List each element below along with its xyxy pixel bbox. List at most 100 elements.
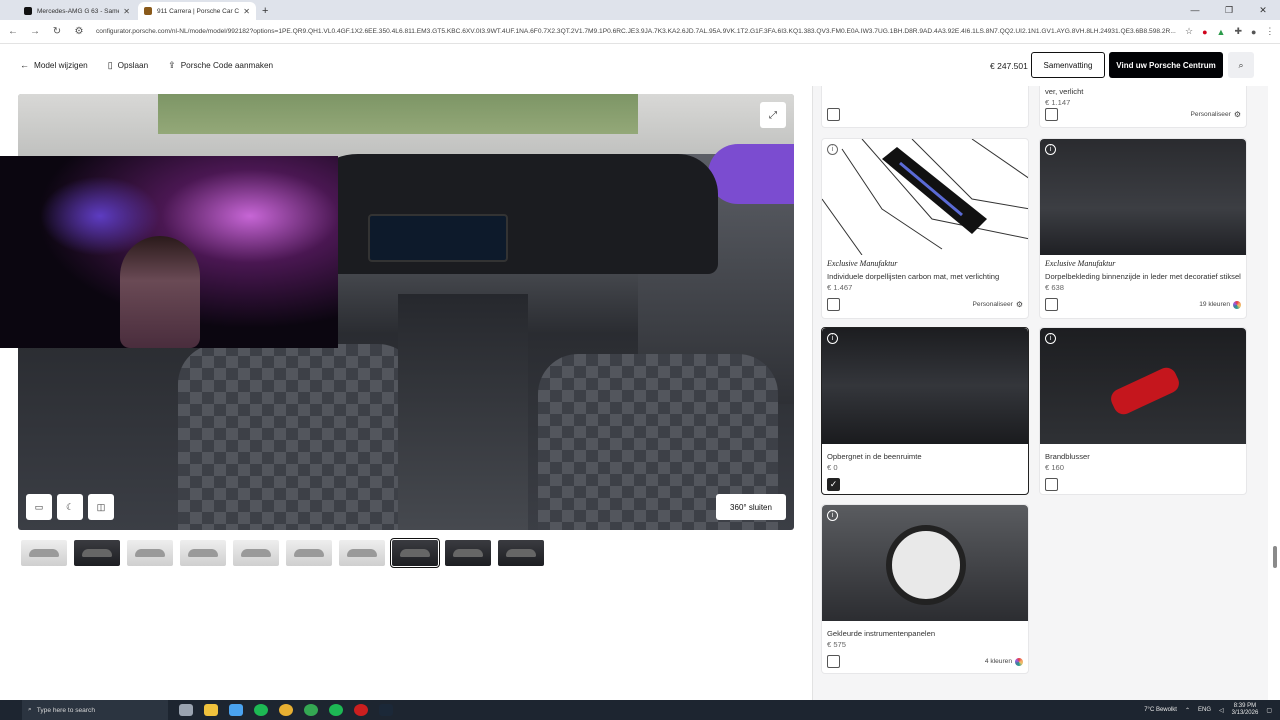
close-tab-icon[interactable]: ✕	[243, 7, 250, 16]
info-icon[interactable]: i	[827, 144, 838, 155]
view-thumbnail[interactable]	[445, 540, 491, 566]
address-bar: ← → ↻ ⚙ configurator.porsche.com/nl-NL/m…	[0, 20, 1280, 44]
chrome-profile-icon[interactable]	[304, 704, 318, 716]
colors-count: 19 kleuren	[1199, 301, 1230, 309]
bookmark-star-icon[interactable]: ☆	[1185, 26, 1193, 37]
site-info-icon[interactable]: ⚙	[70, 26, 88, 37]
option-card-storage-net[interactable]: i Opbergnet in de beenruimte € 0 ✓	[821, 327, 1029, 495]
new-tab-button[interactable]: +	[262, 5, 268, 17]
option-checkbox[interactable]	[1045, 478, 1058, 492]
extensions-icon[interactable]: ✚	[1234, 26, 1242, 37]
clock-date: 3/13/2026	[1231, 710, 1259, 716]
option-name: Individuele dorpellijsten carbon mat, me…	[827, 272, 1000, 281]
option-checkbox[interactable]	[1045, 108, 1058, 121]
porsche-code-link[interactable]: ⇪ Porsche Code aanmaken	[168, 60, 273, 71]
spotify-alt-icon[interactable]	[329, 704, 343, 716]
option-card-extinguisher[interactable]: i Brandblusser € 160	[1039, 327, 1247, 495]
expand-icon: ⤢	[769, 109, 777, 121]
opera-icon[interactable]	[354, 704, 368, 716]
option-checkbox[interactable]	[1045, 298, 1058, 312]
option-checkbox[interactable]	[827, 298, 840, 312]
option-card-sill-guards[interactable]: i Exclusive Manufaktur Individuele dorpe…	[821, 138, 1029, 319]
info-icon[interactable]: i	[1045, 333, 1056, 344]
view-thumbnail[interactable]	[498, 540, 544, 566]
steam-icon[interactable]	[379, 704, 393, 716]
camera-view-button[interactable]: ◫	[88, 494, 114, 520]
tray-overflow-icon[interactable]: ⌃	[1185, 707, 1190, 714]
configurator-header: ← Model wijzigen ▯ Opslaan ⇪ Porsche Cod…	[0, 44, 1280, 86]
exclusive-manufaktur-label: Exclusive Manufaktur	[1045, 259, 1116, 268]
chrome-icon[interactable]	[279, 704, 293, 716]
language-indicator[interactable]: ENG	[1198, 707, 1211, 713]
summary-button[interactable]: Samenvatting	[1031, 52, 1105, 78]
clock-time: 8:39 PM	[1233, 702, 1257, 709]
search-button[interactable]: ⌕	[1228, 52, 1254, 78]
task-view-icon[interactable]	[179, 704, 193, 716]
image-icon: ▭	[34, 501, 44, 512]
view-thumbnail[interactable]	[180, 540, 226, 566]
view-thumbnail[interactable]	[286, 540, 332, 566]
view-thumbnails	[21, 538, 551, 568]
page-scrollbar[interactable]	[1272, 86, 1278, 700]
view-thumbnail[interactable]	[127, 540, 173, 566]
infotainment-screen	[368, 214, 508, 262]
color-wheel-icon	[1233, 300, 1241, 309]
profile-icon[interactable]: ●	[1251, 27, 1256, 37]
drive-extension-icon[interactable]: ▲	[1217, 27, 1226, 37]
option-card-instrument-panels[interactable]: i Gekleurde instrumentenpanelen € 575 4 …	[821, 504, 1029, 674]
view-thumbnail[interactable]	[390, 538, 440, 568]
personalise-link[interactable]: Personaliseer ⚙	[1191, 110, 1242, 119]
scrollbar-thumb[interactable]	[1273, 546, 1277, 568]
windows-taskbar: ⌕ Type here to search 7°C Bewolkt ⌃ ENG …	[0, 700, 1280, 720]
reload-icon[interactable]: ↻	[48, 26, 66, 37]
fullscreen-button[interactable]: ⤢	[760, 102, 786, 128]
option-price: € 0	[827, 463, 838, 473]
option-card-sill-trim[interactable]: i Exclusive Manufaktur Dorpelbekleding b…	[1039, 138, 1247, 319]
color-wheel-icon	[1015, 657, 1023, 666]
info-icon[interactable]: i	[1045, 144, 1056, 155]
colors-link[interactable]: 4 kleuren	[985, 657, 1023, 666]
image-view-button[interactable]: ▭	[26, 494, 52, 520]
url-field[interactable]: configurator.porsche.com/nl-NL/mode/mode…	[96, 28, 1176, 35]
opera-extension-icon[interactable]: ●	[1202, 27, 1207, 37]
close-tab-icon[interactable]: ✕	[123, 7, 130, 16]
option-checkbox-checked[interactable]: ✓	[827, 478, 840, 492]
menu-icon[interactable]: ⋮	[1265, 26, 1274, 37]
card-footer: ✓	[822, 472, 1028, 497]
extinguisher-shape	[1107, 364, 1183, 418]
minimize-icon[interactable]: —	[1178, 0, 1212, 20]
view-thumbnail[interactable]	[74, 540, 120, 566]
info-icon[interactable]: i	[827, 333, 838, 344]
model-change-label: Model wijzigen	[34, 60, 88, 70]
info-icon[interactable]: i	[827, 510, 838, 521]
view-thumbnail[interactable]	[233, 540, 279, 566]
back-icon[interactable]: ←	[4, 26, 22, 37]
notifications-icon[interactable]: ▢	[1266, 707, 1272, 714]
model-change-link[interactable]: ← Model wijzigen	[20, 60, 88, 70]
colors-link[interactable]: 19 kleuren	[1199, 300, 1241, 309]
close-window-icon[interactable]: ✕	[1246, 0, 1280, 20]
close-360-button[interactable]: 360° sluiten	[716, 494, 786, 520]
option-checkbox[interactable]	[827, 108, 840, 121]
browser-tab-mercedes[interactable]: Mercedes-AMG G 63 - Samen... ✕	[18, 2, 136, 20]
night-mode-button[interactable]: ☾	[57, 494, 83, 520]
calendar-app-icon[interactable]	[229, 704, 243, 716]
volume-icon[interactable]: ◁	[1219, 707, 1224, 714]
share-icon: ⇪	[168, 59, 176, 70]
personalise-link[interactable]: Personaliseer ⚙	[973, 300, 1024, 309]
search-icon: ⌕	[1238, 59, 1244, 70]
option-checkbox[interactable]	[827, 655, 840, 669]
save-link[interactable]: ▯ Opslaan	[108, 60, 148, 71]
maximize-icon[interactable]: ❐	[1212, 0, 1246, 20]
forward-icon[interactable]: →	[26, 26, 44, 37]
view-thumbnail[interactable]	[21, 540, 67, 566]
browser-tab-porsche[interactable]: 911 Carrera | Porsche Car Confi... ✕	[138, 2, 256, 20]
view-thumbnail[interactable]	[339, 540, 385, 566]
clock[interactable]: 8:39 PM 3/13/2026	[1232, 703, 1259, 717]
taskbar-search[interactable]: ⌕ Type here to search	[22, 700, 168, 720]
find-centre-button[interactable]: Vind uw Porsche Centrum	[1109, 52, 1223, 78]
file-explorer-icon[interactable]	[204, 704, 218, 716]
weather-label[interactable]: 7°C Bewolkt	[1144, 707, 1177, 713]
storage-net-image: i	[822, 328, 1028, 444]
spotify-icon[interactable]	[254, 704, 268, 716]
